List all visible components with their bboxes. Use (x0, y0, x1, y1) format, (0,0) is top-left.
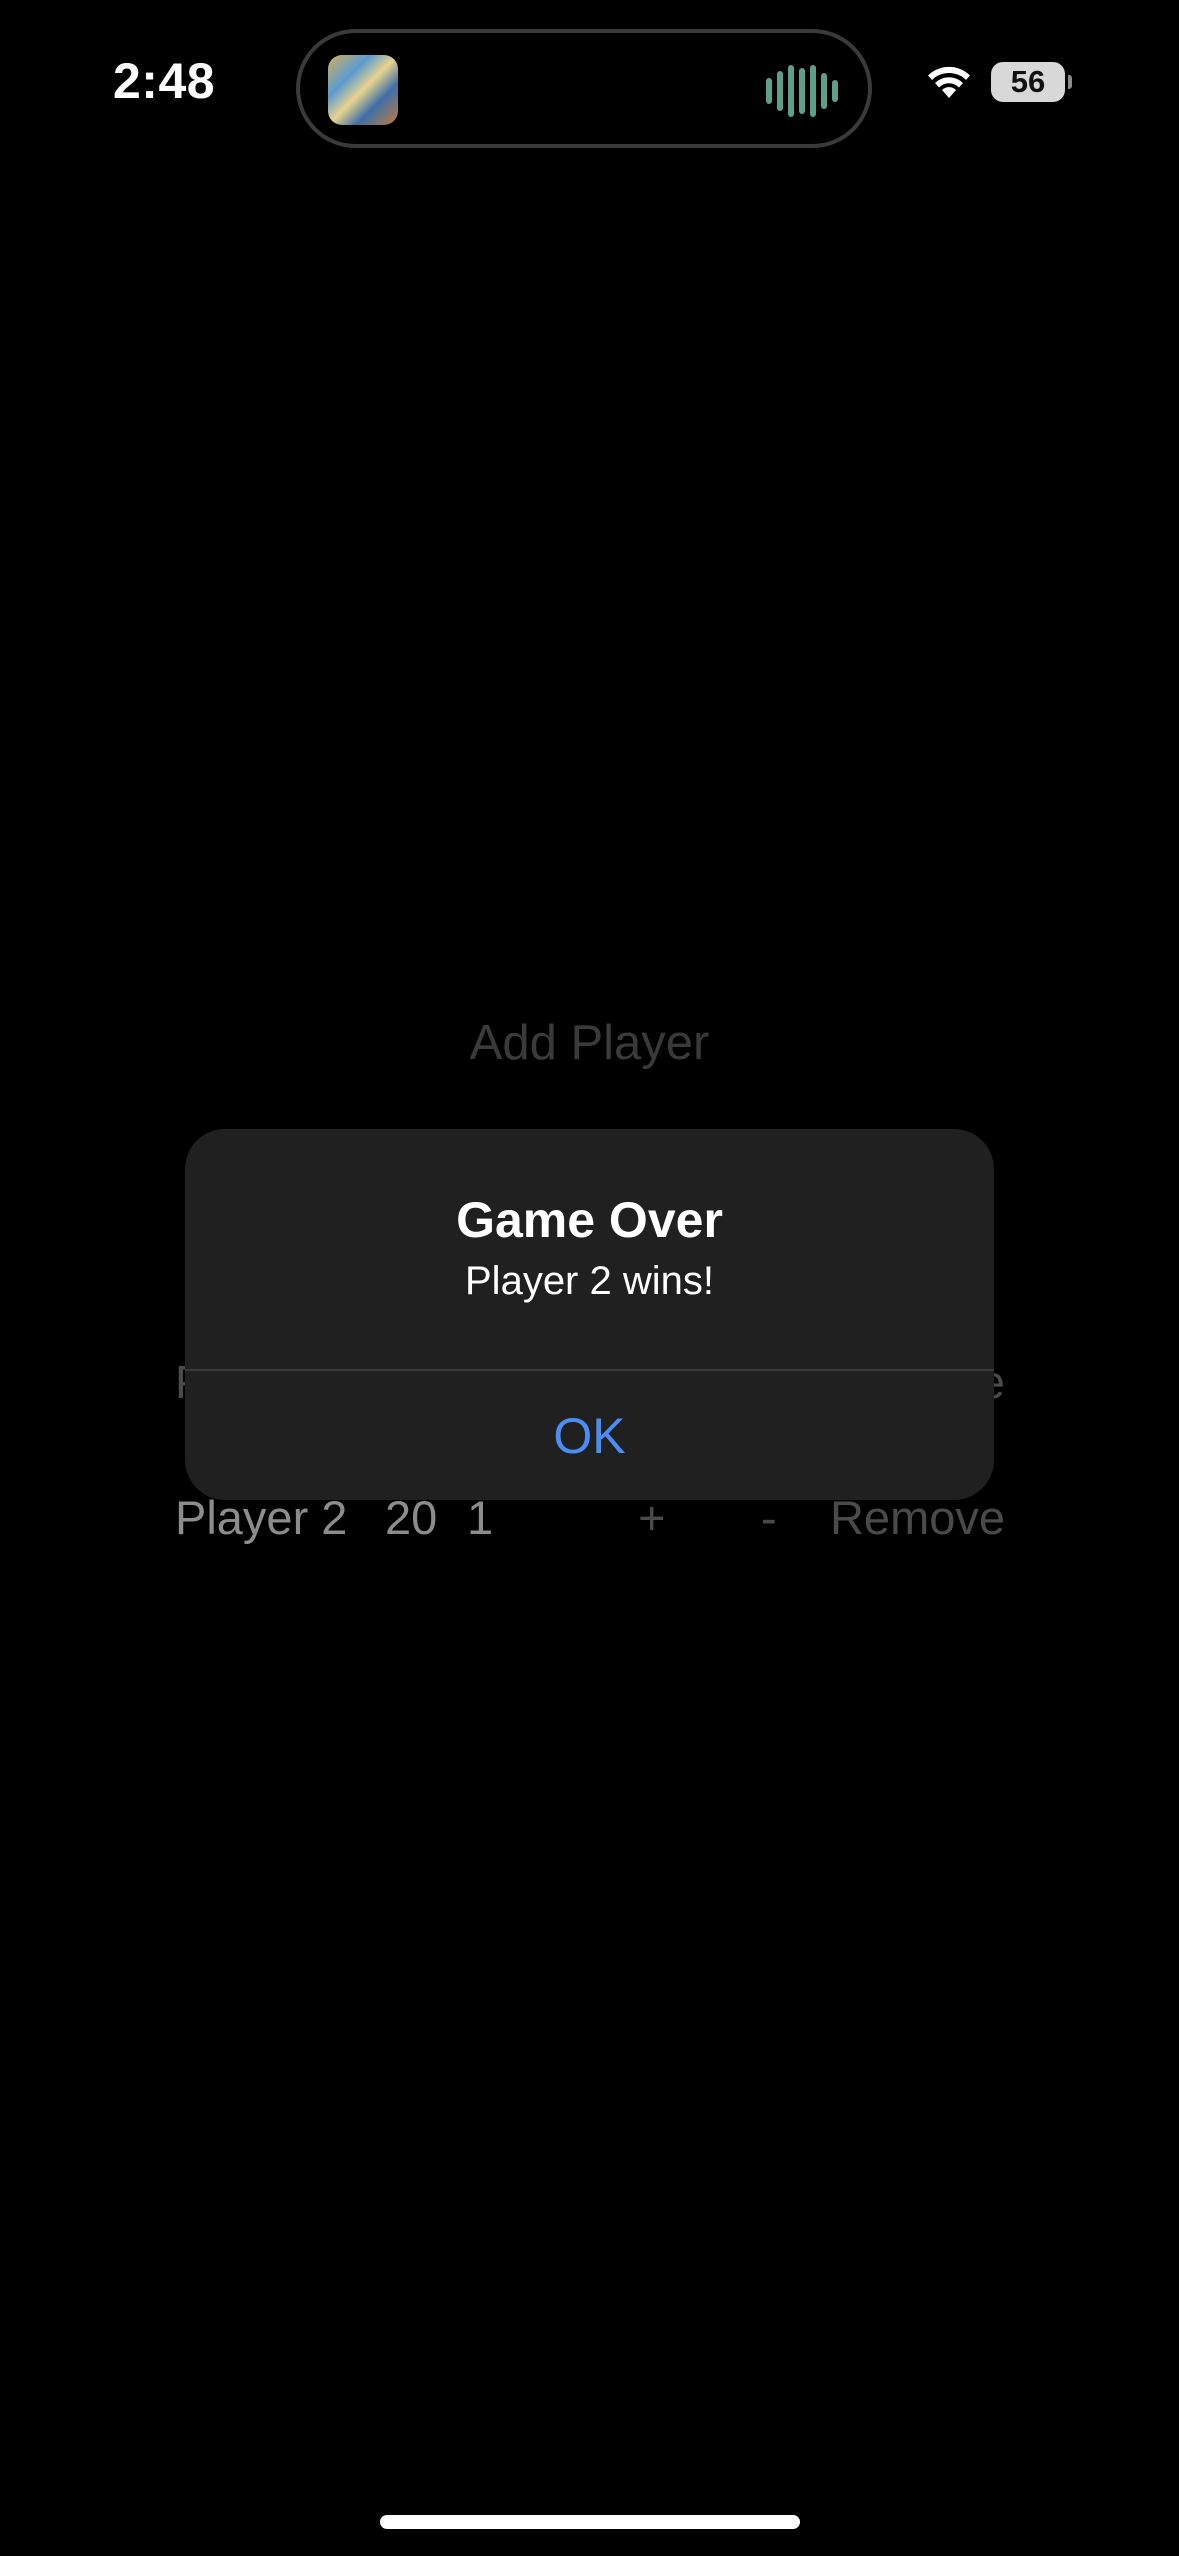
alert-title: Game Over (456, 1192, 723, 1248)
add-player-button[interactable]: Add Player (0, 1015, 1179, 1071)
status-time: 2:48 (113, 53, 216, 109)
home-indicator[interactable] (380, 2515, 800, 2529)
wifi-icon (928, 66, 970, 98)
game-over-alert: Game Over Player 2 wins! OK (185, 1129, 994, 1500)
alert-message: Player 2 wins! (465, 1259, 714, 1303)
status-icons: 56 (925, 62, 1072, 102)
battery-icon: 56 (991, 62, 1072, 102)
dynamic-island[interactable] (296, 29, 872, 148)
ok-button[interactable]: OK (185, 1371, 994, 1500)
battery-level: 56 (1010, 64, 1046, 99)
album-art-icon (328, 55, 398, 125)
audio-waveform-icon (766, 65, 838, 117)
